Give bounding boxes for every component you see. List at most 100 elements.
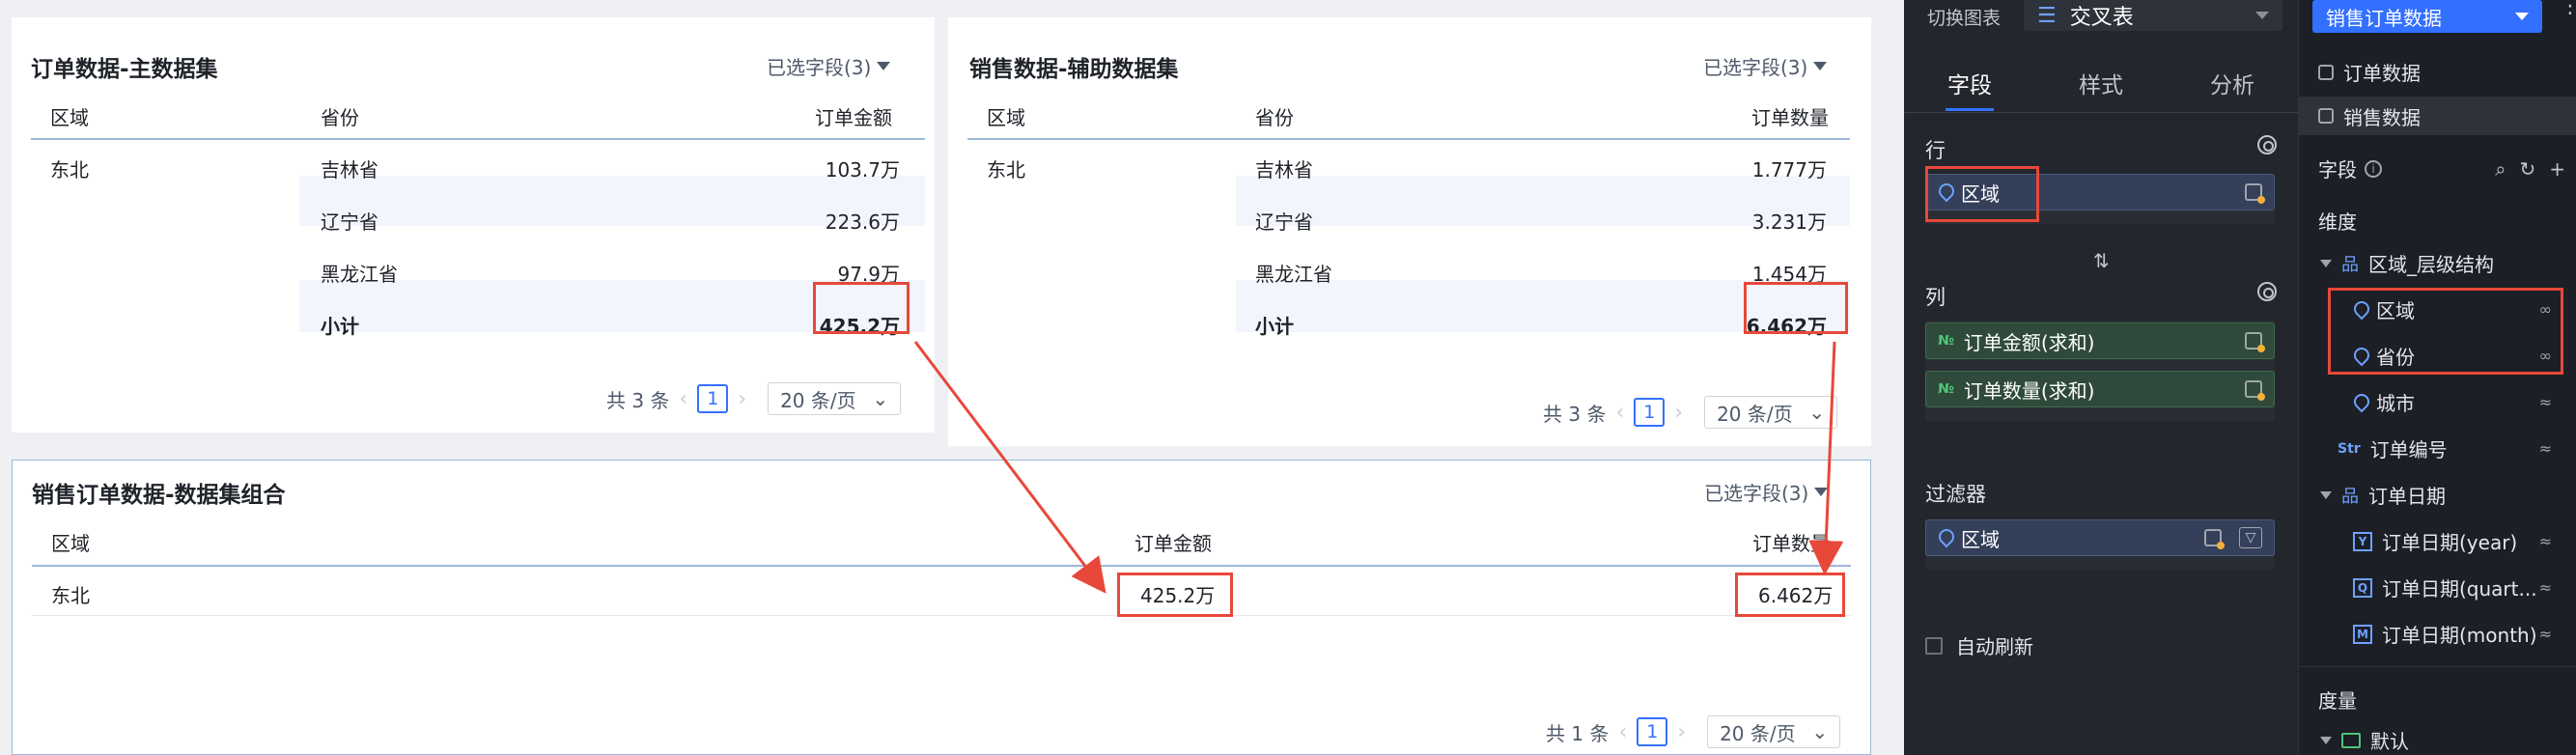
unlink-icon: ≈ xyxy=(2538,532,2552,550)
chevron-down-icon: ⌄ xyxy=(872,387,889,410)
field-item[interactable]: Str 订单编号 ≈ xyxy=(2338,434,2576,462)
columns-drop-area[interactable]: № 订单金额(求和) № 订单数量(求和) xyxy=(1925,321,2275,421)
gear-icon[interactable] xyxy=(2257,135,2277,154)
chevron-left-icon[interactable]: ‹ xyxy=(1618,720,1627,744)
dataset-icon xyxy=(2318,108,2334,124)
pager-total: 共 3 条 xyxy=(606,388,670,412)
unlink-icon: ≈ xyxy=(2538,393,2552,411)
column-field-chip[interactable]: № 订单金额(求和) xyxy=(1925,322,2275,359)
hierarchy-icon: 品 xyxy=(2341,254,2359,275)
refresh-icon[interactable]: ↻ xyxy=(2519,157,2535,181)
folder-label: 默认 xyxy=(2370,730,2409,753)
pagination: 共 3 条 ‹ 1 › 20 条/页 ⌄ xyxy=(1543,396,1838,429)
dimension-label: 维度 xyxy=(2318,210,2357,234)
cell-province: 吉林省 xyxy=(321,158,378,182)
chevron-down-icon xyxy=(877,62,891,70)
tab-fields[interactable]: 字段 xyxy=(1934,55,2005,111)
chevron-left-icon[interactable]: ‹ xyxy=(679,387,687,411)
filter-icon[interactable]: ▽ xyxy=(2239,527,2262,548)
cell-province: 辽宁省 xyxy=(1255,210,1313,234)
table-icon: ☰ xyxy=(2037,3,2057,28)
auto-refresh-toggle[interactable]: 自动刷新 xyxy=(1925,631,2033,659)
cell-value: 3.231万 xyxy=(1751,210,1827,234)
pagination: 共 3 条 ‹ 1 › 20 条/页 ⌄ xyxy=(606,382,902,415)
header-province: 省份 xyxy=(1255,106,1294,129)
unlink-icon: ≈ xyxy=(2538,625,2552,643)
dataset-item-label: 订单数据 xyxy=(2343,62,2421,85)
page-number[interactable]: 1 xyxy=(697,384,729,413)
number-icon: № xyxy=(1938,333,1954,349)
page-size-select[interactable]: 20 条/页 ⌄ xyxy=(1704,396,1838,429)
measure-folder[interactable]: 默认 xyxy=(2320,726,2409,754)
page-number[interactable]: 1 xyxy=(1637,717,1668,746)
gear-icon[interactable] xyxy=(2257,282,2277,301)
cell-region: 东北 xyxy=(50,158,89,182)
chevron-down-icon xyxy=(1813,62,1828,70)
string-icon: Str xyxy=(2338,440,2361,457)
chevron-down-icon xyxy=(2255,12,2269,19)
auto-refresh-checkbox[interactable] xyxy=(1925,636,1943,655)
filter-drop-area[interactable]: 区域 ▽ xyxy=(1925,519,2275,570)
quarter-icon: Q xyxy=(2353,577,2372,598)
chevron-right-icon[interactable]: › xyxy=(1677,720,1686,744)
chevron-down-icon xyxy=(1814,488,1829,496)
field-select-dropdown[interactable]: 已选字段(3) xyxy=(767,52,891,80)
dataset-icon xyxy=(2245,380,2265,401)
chevron-left-icon[interactable]: ‹ xyxy=(1615,401,1624,425)
cell-province: 辽宁省 xyxy=(321,210,378,234)
filter-field-chip[interactable]: 区域 ▽ xyxy=(1925,519,2275,556)
field-select-dropdown[interactable]: 已选字段(3) xyxy=(1703,52,1828,80)
pager-total: 共 3 条 xyxy=(1543,402,1607,426)
page-number[interactable]: 1 xyxy=(1634,398,1666,427)
fields-header: 字段 i ⌕ ↻ + xyxy=(2318,154,2565,182)
cell-region: 东北 xyxy=(51,584,90,607)
header-region: 区域 xyxy=(987,106,1025,129)
month-icon: M xyxy=(2353,624,2372,644)
field-select-label: 已选字段(3) xyxy=(1703,56,1808,79)
location-icon xyxy=(1938,529,1951,546)
unlink-icon: ≈ xyxy=(2538,439,2552,458)
header-region: 区域 xyxy=(51,532,90,555)
field-select-dropdown[interactable]: 已选字段(3) xyxy=(1704,478,1829,506)
more-icon[interactable]: ⋮ xyxy=(2560,0,2576,17)
tab-analysis[interactable]: 分析 xyxy=(2197,55,2268,111)
location-icon xyxy=(2353,394,2366,411)
dataset-select[interactable]: 销售订单数据 xyxy=(2312,0,2542,33)
chevron-right-icon[interactable]: › xyxy=(738,387,746,411)
info-icon[interactable]: i xyxy=(2365,159,2382,178)
page-size-label: 20 条/页 xyxy=(1720,721,1796,745)
field-label: 城市 xyxy=(2376,392,2415,415)
chevron-down-icon: ⌄ xyxy=(1808,401,1826,424)
subtotal-label: 小计 xyxy=(1255,315,1294,338)
chart-type-select[interactable]: ☰ 交叉表 xyxy=(2024,0,2282,31)
highlight-box xyxy=(813,282,910,334)
field-item[interactable]: 城市 ≈ xyxy=(2353,388,2576,416)
fields-label: 字段 xyxy=(2318,158,2357,182)
tab-style[interactable]: 样式 xyxy=(2065,55,2137,111)
pagination: 共 1 条 ‹ 1 › 20 条/页 ⌄ xyxy=(1546,715,1841,748)
hierarchy-group[interactable]: 品 区域_层级结构 xyxy=(2320,249,2494,277)
header-quantity: 订单数量 xyxy=(1752,532,1830,555)
pager-total: 共 1 条 xyxy=(1546,721,1610,745)
switch-chart-label: 切换图表 xyxy=(1927,7,2002,29)
page-size-select[interactable]: 20 条/页 ⌄ xyxy=(768,382,902,415)
column-field-chip[interactable]: № 订单数量(求和) xyxy=(1925,371,2275,407)
field-item[interactable]: M 订单日期(month) ≈ xyxy=(2353,620,2576,648)
header-region: 区域 xyxy=(50,106,89,129)
header-quantity: 订单数量 xyxy=(1751,106,1829,129)
card-title: 销售订单数据-数据集组合 xyxy=(32,483,286,508)
field-item[interactable]: Q 订单日期(quart... ≈ xyxy=(2353,573,2576,601)
auto-refresh-label: 自动刷新 xyxy=(1956,635,2033,658)
cell-province: 吉林省 xyxy=(1255,158,1313,182)
chevron-right-icon[interactable]: › xyxy=(1674,401,1683,425)
dataset-icon xyxy=(2318,64,2334,80)
page-size-select[interactable]: 20 条/页 ⌄ xyxy=(1707,715,1841,748)
dataset-item[interactable]: 订单数据 xyxy=(2318,58,2421,86)
field-item[interactable]: Y 订单日期(year) ≈ xyxy=(2353,527,2576,555)
date-group[interactable]: 品 订单日期 xyxy=(2320,481,2446,509)
search-icon[interactable]: ⌕ xyxy=(2495,157,2506,181)
card-aux-dataset: 销售数据-辅助数据集 已选字段(3) 区域 省份 订单数量 东北 吉林省 1.7… xyxy=(948,17,1871,446)
swap-icon[interactable]: ⇅ xyxy=(2093,249,2110,272)
add-icon[interactable]: + xyxy=(2549,157,2565,181)
dataset-item-selected[interactable]: 销售数据 xyxy=(2299,97,2576,135)
